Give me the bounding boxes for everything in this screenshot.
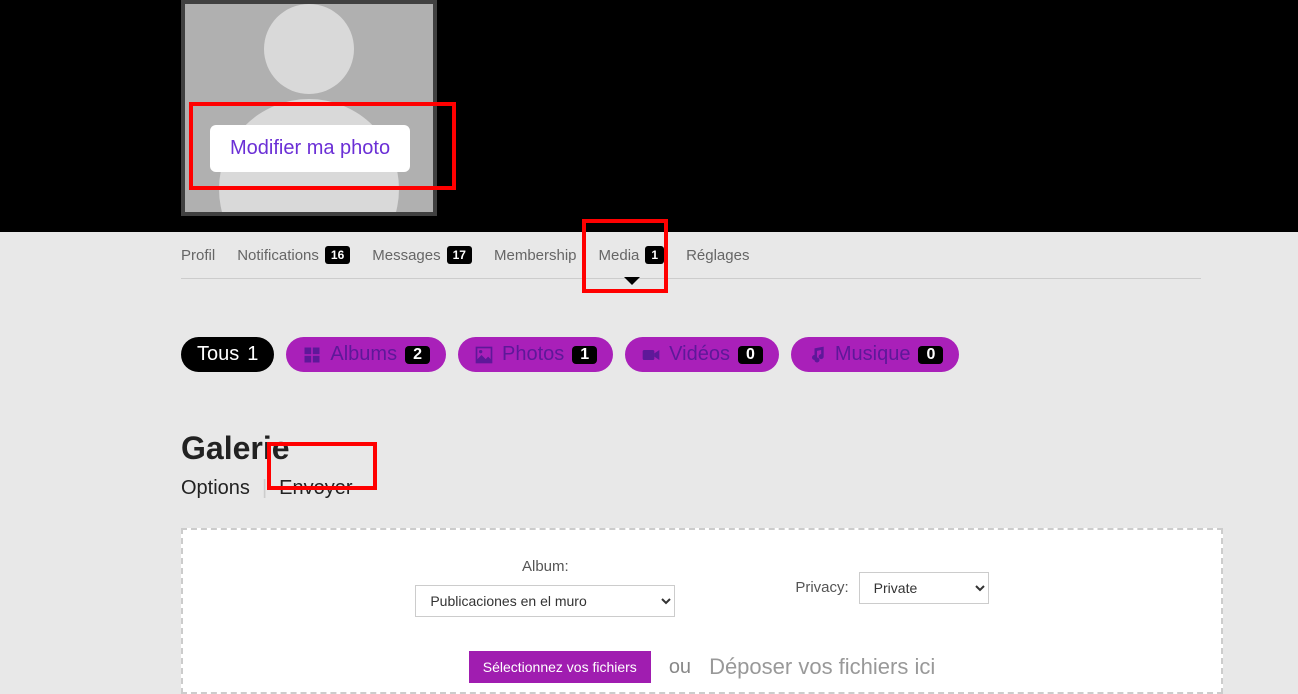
avatar-head-shape: [264, 4, 354, 94]
or-text: ou: [669, 656, 691, 679]
filter-count: 1: [572, 346, 597, 364]
filter-label: Photos: [502, 343, 564, 366]
album-label: Album:: [522, 558, 569, 575]
filter-all[interactable]: Tous 1: [181, 337, 274, 372]
filter-videos[interactable]: Vidéos 0: [625, 337, 779, 372]
select-files-button[interactable]: Sélectionnez vos fichiers: [469, 651, 651, 683]
drop-files-text: Déposer vos fichiers ici: [709, 654, 935, 680]
privacy-label: Privacy:: [795, 579, 848, 596]
album-group: Album: Publicaciones en el muro: [415, 558, 675, 617]
subtab-options[interactable]: Options: [181, 477, 250, 500]
nav-profil[interactable]: Profil: [181, 246, 215, 264]
privacy-select[interactable]: Private: [859, 572, 989, 604]
highlight-envoyer: [267, 442, 377, 490]
badge: 16: [325, 246, 350, 264]
nav-notifications[interactable]: Notifications 16: [237, 246, 350, 264]
upload-dropzone[interactable]: Album: Publicaciones en el muro Privacy:…: [181, 528, 1223, 694]
video-icon: [641, 345, 661, 365]
filter-label: Tous: [197, 343, 239, 366]
nav-label: Notifications: [237, 247, 319, 264]
filter-count: 0: [918, 346, 943, 364]
filter-count: 2: [405, 346, 430, 364]
badge: 17: [447, 246, 472, 264]
privacy-group: Privacy: Private: [795, 558, 988, 617]
upload-action-row: Sélectionnez vos fichiers ou Déposer vos…: [183, 651, 1221, 683]
filter-label: Vidéos: [669, 343, 730, 366]
nav-label: Profil: [181, 247, 215, 264]
highlight-media-tab: [582, 219, 668, 293]
nav-label: Réglages: [686, 247, 749, 264]
profile-nav: Profil Notifications 16 Messages 17 Memb…: [181, 232, 1201, 279]
upload-form-row: Album: Publicaciones en el muro Privacy:…: [183, 558, 1221, 617]
header-section: Modifier ma photo: [0, 0, 1298, 232]
filter-label: Albums: [330, 343, 397, 366]
nav-label: Membership: [494, 247, 577, 264]
image-icon: [474, 345, 494, 365]
media-filters: Tous 1 Albums 2 Photos 1 Vidéos 0 Musiqu…: [181, 337, 1298, 372]
nav-membership[interactable]: Membership: [494, 246, 577, 264]
filter-music[interactable]: Musique 0: [791, 337, 960, 372]
filter-label: Musique: [835, 343, 911, 366]
filter-count: 0: [738, 346, 763, 364]
music-icon: [807, 345, 827, 365]
nav-reglages[interactable]: Réglages: [686, 246, 749, 264]
filter-photos[interactable]: Photos 1: [458, 337, 613, 372]
edit-photo-button[interactable]: Modifier ma photo: [210, 125, 410, 172]
filter-count: 1: [247, 343, 258, 366]
album-select[interactable]: Publicaciones en el muro: [415, 585, 675, 617]
grid-icon: [302, 345, 322, 365]
nav-messages[interactable]: Messages 17: [372, 246, 472, 264]
filter-albums[interactable]: Albums 2: [286, 337, 446, 372]
nav-label: Messages: [372, 247, 440, 264]
